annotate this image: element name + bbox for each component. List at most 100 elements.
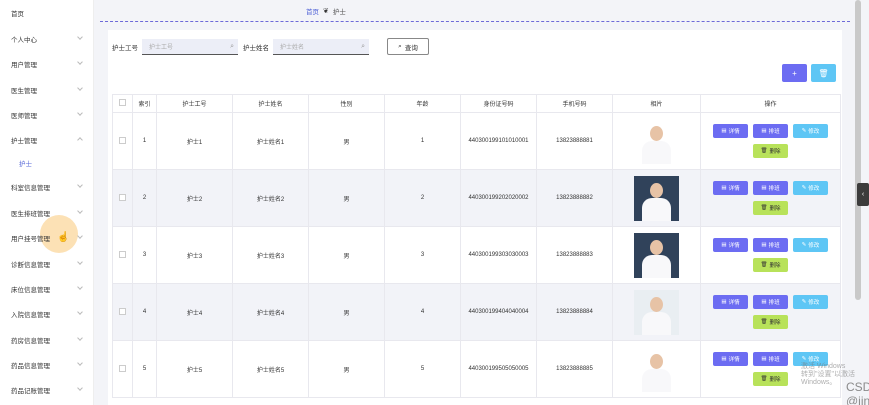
cell-idcard: 440300199404040004 bbox=[460, 283, 537, 341]
schedule-icon: ▤ bbox=[761, 299, 767, 305]
edit-icon: ✎ bbox=[801, 242, 807, 248]
chevron-down-icon bbox=[77, 284, 83, 290]
photo-figure-head bbox=[650, 296, 663, 312]
sidebar-item-doctors[interactable]: 医生管理 bbox=[0, 77, 94, 102]
delete-button[interactable]: 🗑 删除 bbox=[753, 201, 788, 215]
edit-button[interactable]: ✎ 修改 bbox=[793, 295, 828, 309]
vertical-scrollbar[interactable] bbox=[855, 0, 861, 300]
schedule-button[interactable]: ▤ 排班 bbox=[753, 238, 788, 252]
sidebar-item-admission[interactable]: 入院信息管理 bbox=[0, 301, 94, 326]
photo-figure-head bbox=[650, 182, 663, 198]
detail-label: 详情 bbox=[728, 300, 740, 306]
row-checkbox[interactable] bbox=[112, 112, 133, 170]
trash-icon: 🗑 bbox=[760, 148, 768, 154]
sidebar-item-label: 用户管理 bbox=[11, 61, 37, 69]
delete-button[interactable]: 🗑 删除 bbox=[753, 144, 788, 158]
row-checkbox[interactable] bbox=[112, 169, 133, 227]
sidebar-item-medicine-billing[interactable]: 药品记账管理 bbox=[0, 377, 94, 402]
sidebar-item-profile[interactable]: 个人中心 bbox=[0, 26, 94, 51]
schedule-button[interactable]: ▤ 排班 bbox=[753, 181, 788, 195]
table-row[interactable]: 1 护士1 护士姓名1 男 1 440300199101010001 13823888881… bbox=[112, 112, 841, 170]
nurse-photo[interactable] bbox=[634, 175, 679, 221]
plus-icon: + bbox=[792, 68, 797, 78]
nurse-name-input[interactable]: 护士姓名 ⌕ bbox=[273, 38, 369, 55]
column-header: 年龄 bbox=[384, 94, 461, 113]
chevron-down-icon bbox=[77, 34, 83, 40]
edit-button[interactable]: ✎ 修改 bbox=[793, 124, 828, 138]
table-row[interactable]: 4 护士4 护士姓名4 男 4 440300199404040004 13823888884… bbox=[112, 283, 841, 341]
edit-button[interactable]: ✎ 修改 bbox=[793, 181, 828, 195]
cell-actions: ▤ 详情 ▤ 排班 ✎ 修改 🗑 删除 bbox=[700, 226, 841, 284]
cell-gender: 男 bbox=[308, 340, 385, 398]
detail-button[interactable]: ▤ 详情 bbox=[713, 124, 748, 138]
detail-button[interactable]: ▤ 详情 bbox=[713, 295, 748, 309]
add-button[interactable]: + bbox=[782, 64, 807, 82]
schedule-button[interactable]: ▤ 排班 bbox=[753, 295, 788, 309]
sidebar-item-home[interactable]: 首页 bbox=[0, 0, 94, 25]
trash-icon: 🗑 bbox=[818, 68, 829, 78]
nurse-photo[interactable] bbox=[634, 346, 679, 392]
edit-label: 修改 bbox=[808, 357, 820, 363]
breadcrumb-home[interactable]: 首页 bbox=[306, 6, 319, 16]
cell-nurse-name: 护士姓名2 bbox=[232, 169, 309, 227]
search-bar: 护士工号 护士工号 ⌕ 护士姓名 护士姓名 ⌕ ⌕ 查询 bbox=[112, 38, 429, 55]
row-checkbox[interactable] bbox=[112, 283, 133, 341]
batch-delete-button[interactable]: 🗑 bbox=[811, 64, 836, 82]
chevron-down-icon bbox=[77, 335, 83, 341]
nurse-photo[interactable] bbox=[634, 289, 679, 335]
sidebar-item-medicines[interactable]: 药品信息管理 bbox=[0, 352, 94, 377]
chevron-down-icon bbox=[77, 309, 83, 315]
schedule-icon: ▤ bbox=[761, 356, 767, 362]
nurse-name-placeholder: 护士姓名 bbox=[280, 44, 305, 51]
select-all-checkbox[interactable] bbox=[112, 94, 133, 113]
cell-actions: ▤ 详情 ▤ 排班 ✎ 修改 🗑 删除 bbox=[700, 169, 841, 227]
sidebar-item-users[interactable]: 用户管理 bbox=[0, 51, 94, 76]
delete-button[interactable]: 🗑 删除 bbox=[753, 315, 788, 329]
photo-figure-head bbox=[650, 353, 663, 369]
nurse-photo[interactable] bbox=[634, 118, 679, 164]
column-header: 操作 bbox=[700, 94, 841, 113]
edit-button[interactable]: ✎ 修改 bbox=[793, 238, 828, 252]
nurse-photo[interactable] bbox=[634, 232, 679, 278]
row-checkbox[interactable] bbox=[112, 340, 133, 398]
detail-button[interactable]: ▤ 详情 bbox=[713, 238, 748, 252]
table-row[interactable]: 2 护士2 护士姓名2 男 2 440300199202020002 13823888882… bbox=[112, 169, 841, 227]
nurse-id-placeholder: 护士工号 bbox=[149, 44, 174, 51]
sidebar-item-beds[interactable]: 床位信息管理 bbox=[0, 276, 94, 301]
schedule-label: 排班 bbox=[768, 186, 780, 192]
nurse-id-input[interactable]: 护士工号 ⌕ bbox=[142, 38, 238, 55]
sidebar-item-diagnosis[interactable]: 诊断信息管理 bbox=[0, 251, 94, 276]
table-header-row: 索引 护士工号 护士姓名 性别 年龄 身份证号码 手机号码 相片 操作 bbox=[112, 94, 841, 113]
cell-nurse-id: 护士3 bbox=[156, 226, 233, 284]
sidebar-item-registration[interactable]: 用户挂号管理 bbox=[0, 225, 94, 250]
table-row[interactable]: 5 护士5 护士姓名5 男 5 440300199505050005 13823888885… bbox=[112, 340, 841, 398]
sidebar-item-physicians[interactable]: 医师管理 bbox=[0, 102, 94, 127]
watermark-line: 激活 Windows bbox=[801, 363, 846, 370]
schedule-icon: ▤ bbox=[761, 128, 767, 134]
edit-label: 修改 bbox=[808, 129, 820, 135]
row-checkbox[interactable] bbox=[112, 226, 133, 284]
column-header: 身份证号码 bbox=[460, 94, 537, 113]
detail-button[interactable]: ▤ 详情 bbox=[713, 352, 748, 366]
table-body: 1 护士1 护士姓名1 男 1 440300199101010001 13823888881… bbox=[112, 112, 841, 398]
schedule-icon: ▤ bbox=[761, 185, 767, 191]
query-button[interactable]: ⌕ 查询 bbox=[387, 38, 429, 55]
chevron-down-icon bbox=[77, 110, 83, 116]
delete-button[interactable]: 🗑 删除 bbox=[753, 372, 788, 386]
schedule-label: 排班 bbox=[768, 357, 780, 363]
nurse-table: 索引 护士工号 护士姓名 性别 年龄 身份证号码 手机号码 相片 操作 1 护士1… bbox=[112, 94, 841, 398]
collapse-tab-icon[interactable]: ‹ bbox=[857, 183, 869, 206]
cell-nurse-id: 护士4 bbox=[156, 283, 233, 341]
chevron-down-icon bbox=[77, 85, 83, 91]
detail-button[interactable]: ▤ 详情 bbox=[713, 181, 748, 195]
cell-age: 2 bbox=[384, 169, 461, 227]
schedule-button[interactable]: ▤ 排班 bbox=[753, 124, 788, 138]
sidebar-item-pharmacy[interactable]: 药房信息管理 bbox=[0, 327, 94, 352]
delete-button[interactable]: 🗑 删除 bbox=[753, 258, 788, 272]
sidebar-subitem-nurse[interactable]: 护士 bbox=[0, 150, 94, 175]
schedule-button[interactable]: ▤ 排班 bbox=[753, 352, 788, 366]
sidebar-item-label: 用户挂号管理 bbox=[11, 235, 50, 243]
sidebar-item-departments[interactable]: 科室信息管理 bbox=[0, 174, 94, 199]
table-row[interactable]: 3 护士3 护士姓名3 男 3 440300199303030003 13823888883… bbox=[112, 226, 841, 284]
sidebar-item-nurses[interactable]: 护士管理 bbox=[0, 127, 94, 152]
